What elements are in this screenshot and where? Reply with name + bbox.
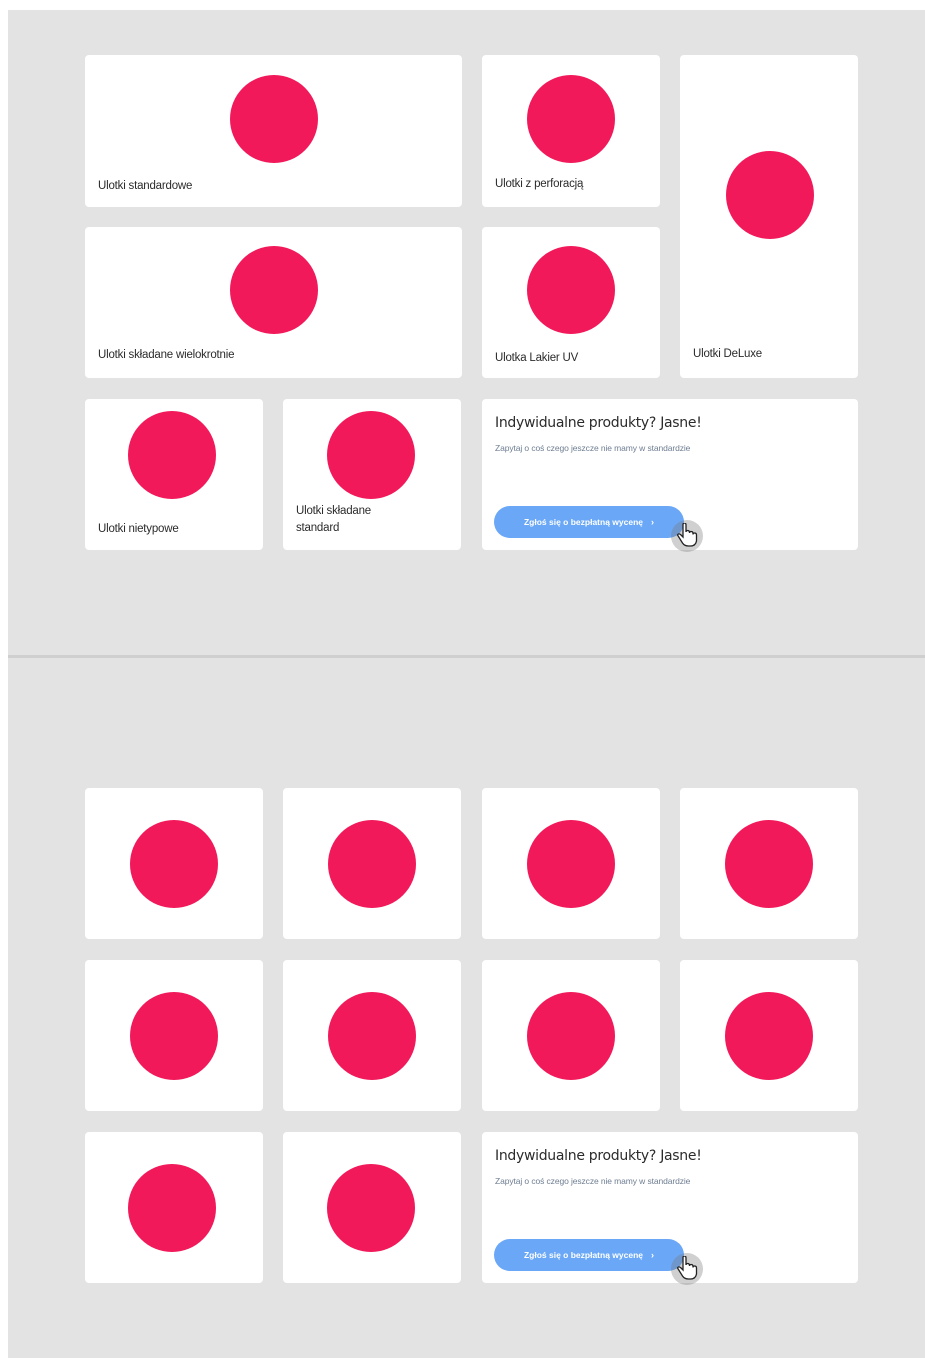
product-tile[interactable] <box>85 1132 263 1283</box>
product-label: Ulotki składane standard <box>296 505 371 534</box>
promo-title: Indywidualne produkty? Jasne! <box>495 1148 702 1164</box>
product-card-uv-lacquer[interactable]: Ulotka Lakier UV <box>482 227 660 378</box>
request-quote-label: Zgłoś się o bezpłatną wycenę <box>523 517 644 527</box>
product-image-icon <box>328 820 416 908</box>
product-image-icon <box>527 992 615 1080</box>
product-card-folded-standard[interactable]: Ulotki składane standard <box>283 399 461 550</box>
hand-pointer-icon <box>671 520 703 552</box>
product-tile[interactable] <box>680 960 858 1111</box>
promo-card: Indywidualne produkty? Jasne! Zapytaj o … <box>482 399 858 552</box>
promo-subtitle: Zapytaj o coś czego jeszcze nie mamy w s… <box>495 1176 691 1186</box>
product-image-icon <box>527 75 615 163</box>
hand-pointer-icon <box>671 1253 703 1285</box>
promo-card: Indywidualne produkty? Jasne! Zapytaj o … <box>482 1132 858 1285</box>
product-card-deluxe[interactable]: Ulotki DeLuxe <box>680 55 858 378</box>
product-image-icon <box>230 75 318 163</box>
product-image-icon <box>726 151 814 239</box>
product-label: Ulotki nietypowe <box>98 523 179 535</box>
chevron-right-icon: › <box>651 517 655 527</box>
product-tile[interactable] <box>283 1132 461 1283</box>
product-label: Ulotka Lakier UV <box>495 352 579 364</box>
product-image-icon <box>725 820 813 908</box>
product-tile[interactable] <box>680 788 858 939</box>
promo-title: Indywidualne produkty? Jasne! <box>495 415 702 431</box>
product-tile[interactable] <box>85 788 263 939</box>
product-image-icon <box>130 992 218 1080</box>
product-image-icon <box>725 992 813 1080</box>
product-tile[interactable] <box>283 960 461 1111</box>
product-label: Ulotki składane wielokrotnie <box>98 349 235 361</box>
product-image-icon <box>527 246 615 334</box>
product-label: Ulotki DeLuxe <box>693 348 762 360</box>
product-image-icon <box>327 411 415 499</box>
product-image-icon <box>327 1164 415 1252</box>
product-label: Ulotki z perforacją <box>495 178 584 190</box>
product-card-unusual[interactable]: Ulotki nietypowe <box>85 399 263 550</box>
product-card-folded-multi[interactable]: Ulotki składane wielokrotnie <box>85 227 462 378</box>
product-label: Ulotki standardowe <box>98 180 193 192</box>
product-image-icon <box>128 411 216 499</box>
promo-subtitle: Zapytaj o coś czego jeszcze nie mamy w s… <box>495 443 691 453</box>
request-quote-button[interactable]: Zgłoś się o bezpłatną wycenę › <box>494 1239 684 1271</box>
product-image-icon <box>130 820 218 908</box>
section-divider <box>8 655 925 658</box>
product-image-icon <box>328 992 416 1080</box>
product-image-icon <box>128 1164 216 1252</box>
product-tile[interactable] <box>85 960 263 1111</box>
product-card-perforation[interactable]: Ulotki z perforacją <box>482 55 660 207</box>
product-tile[interactable] <box>482 788 660 939</box>
chevron-right-icon: › <box>651 1250 655 1260</box>
request-quote-button[interactable]: Zgłoś się o bezpłatną wycenę › <box>494 506 684 538</box>
product-tile[interactable] <box>482 960 660 1111</box>
request-quote-label: Zgłoś się o bezpłatną wycenę <box>523 1250 644 1260</box>
product-image-icon <box>230 246 318 334</box>
product-tile[interactable] <box>283 788 461 939</box>
product-card-standard[interactable]: Ulotki standardowe <box>85 55 462 207</box>
product-image-icon <box>527 820 615 908</box>
